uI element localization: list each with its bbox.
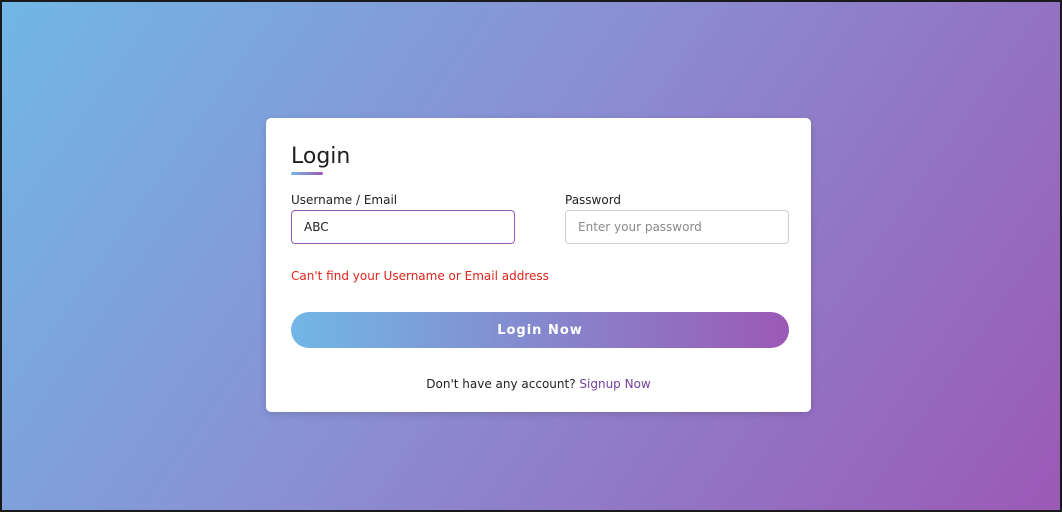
page-background: Login Username / Email Password Can't fi…	[0, 0, 1062, 512]
signup-row: Don't have any account? Signup Now	[266, 376, 811, 392]
username-input[interactable]	[291, 210, 515, 244]
page-title: Login	[291, 144, 351, 169]
password-input[interactable]	[565, 210, 789, 244]
signup-prompt: Don't have any account?	[426, 377, 580, 391]
login-button[interactable]: Login Now	[291, 312, 789, 348]
error-message: Can't find your Username or Email addres…	[291, 269, 549, 283]
login-card: Login Username / Email Password Can't fi…	[266, 118, 811, 412]
signup-link[interactable]: Signup Now	[579, 377, 650, 391]
title-underline	[291, 172, 323, 175]
username-label: Username / Email	[291, 193, 398, 207]
password-label: Password	[565, 193, 622, 207]
